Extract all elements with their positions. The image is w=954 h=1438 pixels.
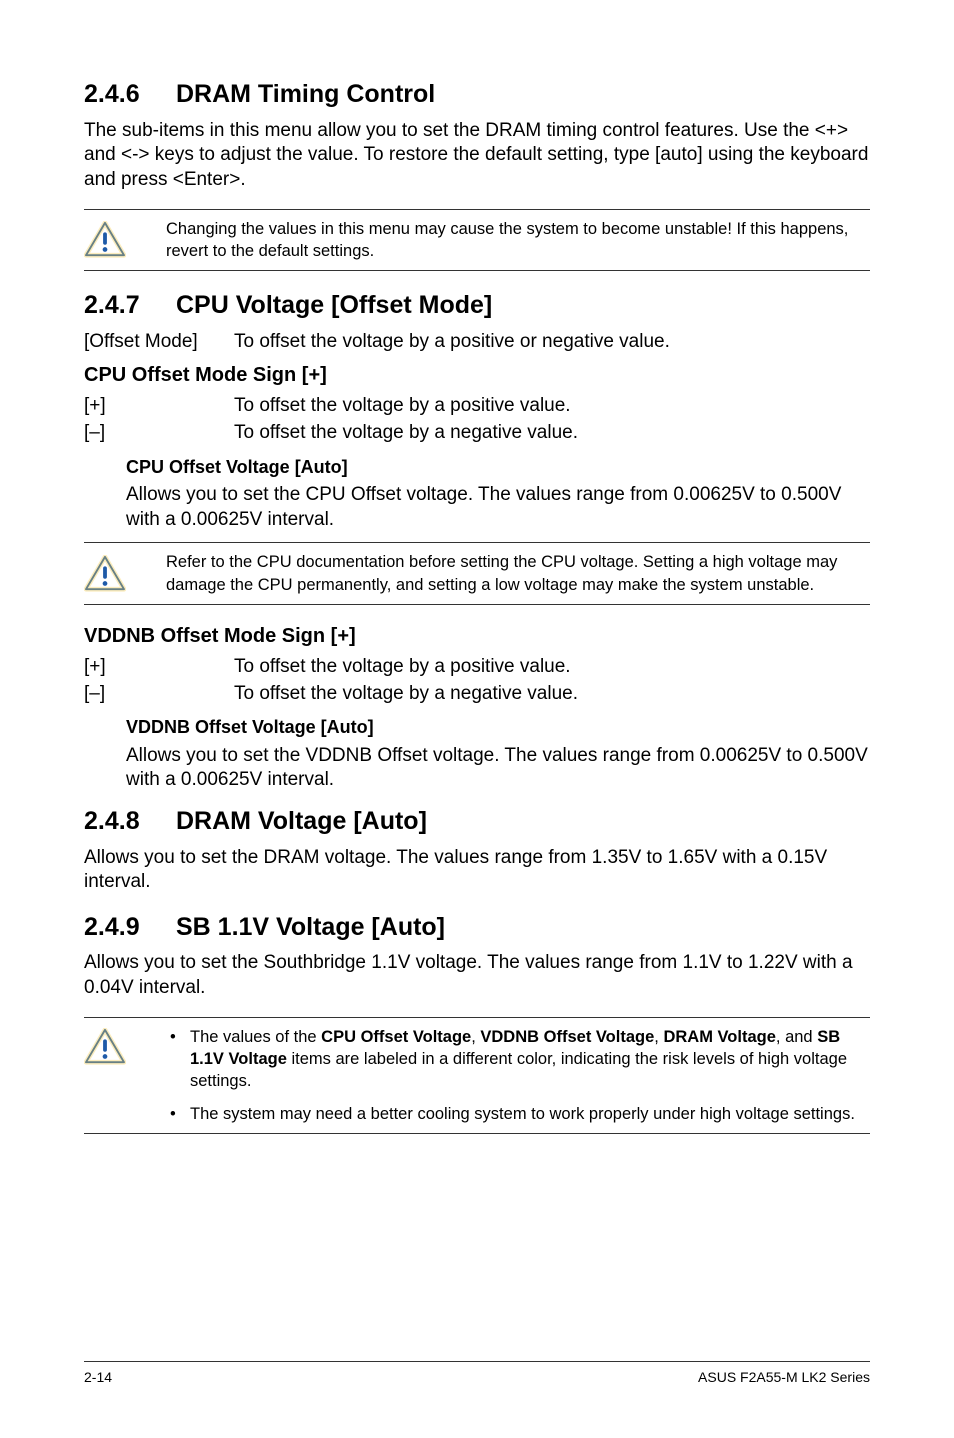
kv-minus-vddnb: [–] To offset the voltage by a negative … bbox=[84, 682, 870, 707]
heading-title: CPU Voltage [Offset Mode] bbox=[176, 291, 492, 319]
heading-number: 2.4.8 bbox=[84, 805, 176, 838]
heading-number: 2.4.7 bbox=[84, 289, 176, 322]
warning-icon bbox=[84, 221, 126, 259]
footer-doc-title: ASUS F2A55-M LK2 Series bbox=[698, 1368, 870, 1386]
kv-plus: [+] To offset the voltage by a positive … bbox=[84, 394, 870, 419]
kv-key: [–] bbox=[84, 421, 234, 446]
kv-key: [+] bbox=[84, 394, 234, 419]
bullet-bold-2: VDDNB Offset Voltage bbox=[480, 1028, 654, 1046]
body-vddnb-offset-voltage: Allows you to set the VDDNB Offset volta… bbox=[126, 744, 870, 793]
kv-val: To offset the voltage by a positive valu… bbox=[234, 394, 870, 419]
warning-bullet-1: The values of the CPU Offset Voltage, VD… bbox=[166, 1026, 870, 1093]
page-footer: 2-14 ASUS F2A55-M LK2 Series bbox=[84, 1361, 870, 1386]
body-2-4-8: Allows you to set the DRAM voltage. The … bbox=[84, 846, 870, 895]
heading-number: 2.4.6 bbox=[84, 78, 176, 111]
footer-page-number: 2-14 bbox=[84, 1368, 112, 1386]
heading-2-4-8: 2.4.8DRAM Voltage [Auto] bbox=[84, 805, 870, 838]
kv-val: To offset the voltage by a negative valu… bbox=[234, 682, 870, 707]
indent-vddnb-offset-voltage: VDDNB Offset Voltage [Auto] Allows you t… bbox=[84, 716, 870, 793]
bullet-sep-1: , bbox=[471, 1028, 480, 1046]
kv-val: To offset the voltage by a positive or n… bbox=[234, 330, 870, 355]
heading-title: DRAM Timing Control bbox=[176, 80, 435, 108]
kv-val: To offset the voltage by a negative valu… bbox=[234, 421, 870, 446]
heading-2-4-9: 2.4.9SB 1.1V Voltage [Auto] bbox=[84, 911, 870, 944]
bullet-text-pre: The values of the bbox=[190, 1028, 321, 1046]
warning-text-1: Changing the values in this menu may cau… bbox=[154, 218, 870, 263]
kv-key: [–] bbox=[84, 682, 234, 707]
subheading-cpu-offset-sign: CPU Offset Mode Sign [+] bbox=[84, 362, 870, 388]
bullet-sep-3: , and bbox=[776, 1028, 817, 1046]
heading-2-4-7: 2.4.7CPU Voltage [Offset Mode] bbox=[84, 289, 870, 322]
indent-cpu-offset-voltage: CPU Offset Voltage [Auto] Allows you to … bbox=[84, 456, 870, 533]
heading-title: SB 1.1V Voltage [Auto] bbox=[176, 913, 445, 941]
kv-offset-mode: [Offset Mode] To offset the voltage by a… bbox=[84, 330, 870, 355]
bullet-bold-3: DRAM Voltage bbox=[663, 1028, 775, 1046]
warning-icon bbox=[84, 1028, 126, 1066]
warning-icon-wrap bbox=[84, 221, 154, 259]
body-cpu-offset-voltage: Allows you to set the CPU Offset voltage… bbox=[126, 483, 870, 532]
bullet-bold-1: CPU Offset Voltage bbox=[321, 1028, 471, 1046]
warning-note-3: The values of the CPU Offset Voltage, VD… bbox=[84, 1017, 870, 1134]
warning-icon-wrap bbox=[84, 1026, 154, 1066]
heading-title: DRAM Voltage [Auto] bbox=[176, 807, 427, 835]
kv-key: [+] bbox=[84, 655, 234, 680]
subsub-vddnb-offset-voltage: VDDNB Offset Voltage [Auto] bbox=[126, 716, 870, 739]
page-container: 2.4.6DRAM Timing Control The sub-items i… bbox=[0, 0, 954, 1438]
body-2-4-6: The sub-items in this menu allow you to … bbox=[84, 119, 870, 193]
kv-val: To offset the voltage by a positive valu… bbox=[234, 655, 870, 680]
heading-2-4-6: 2.4.6DRAM Timing Control bbox=[84, 78, 870, 111]
kv-key: [Offset Mode] bbox=[84, 330, 234, 355]
bullet-text-post: items are labeled in a different color, … bbox=[190, 1050, 847, 1090]
warning-bullet-2: The system may need a better cooling sys… bbox=[166, 1103, 870, 1125]
kv-minus: [–] To offset the voltage by a negative … bbox=[84, 421, 870, 446]
kv-plus-vddnb: [+] To offset the voltage by a positive … bbox=[84, 655, 870, 680]
warning-text-3: The values of the CPU Offset Voltage, VD… bbox=[154, 1026, 870, 1125]
body-2-4-9: Allows you to set the Southbridge 1.1V v… bbox=[84, 951, 870, 1000]
warning-note-2: Refer to the CPU documentation before se… bbox=[84, 542, 870, 605]
subsub-cpu-offset-voltage: CPU Offset Voltage [Auto] bbox=[126, 456, 870, 479]
warning-note-1: Changing the values in this menu may cau… bbox=[84, 209, 870, 272]
warning-icon-wrap bbox=[84, 555, 154, 593]
heading-number: 2.4.9 bbox=[84, 911, 176, 944]
warning-icon bbox=[84, 555, 126, 593]
warning-text-2: Refer to the CPU documentation before se… bbox=[154, 551, 870, 596]
subheading-vddnb-offset-sign: VDDNB Offset Mode Sign [+] bbox=[84, 623, 870, 649]
